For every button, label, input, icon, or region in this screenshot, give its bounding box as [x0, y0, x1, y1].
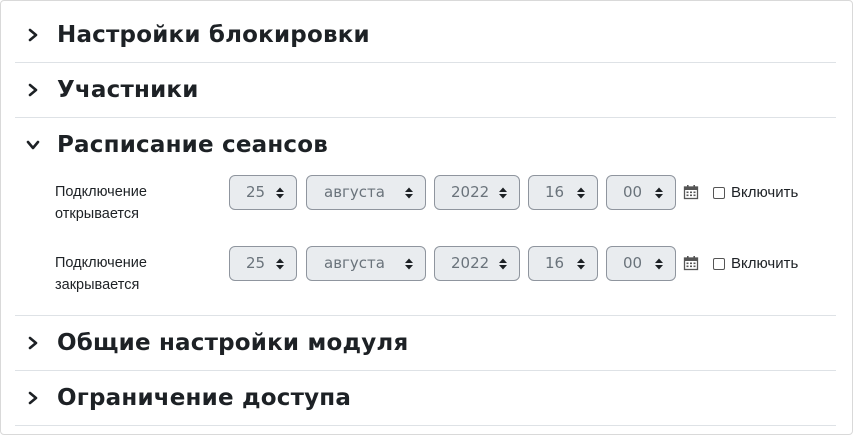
year-select[interactable]: 2022 — [434, 175, 520, 210]
hour-select-value: 16 — [545, 183, 565, 201]
label-line-1: Подключение — [55, 255, 147, 271]
section-title-participants[interactable]: Участники — [57, 77, 199, 103]
calendar-icon[interactable] — [683, 184, 699, 200]
section-header-lock-settings[interactable]: Настройки блокировки — [15, 9, 836, 62]
sort-arrows-icon — [577, 258, 585, 270]
day-select[interactable]: 25 — [229, 175, 297, 210]
hour-select-value: 16 — [545, 254, 565, 272]
enable-checkbox-label[interactable]: Включить — [731, 255, 798, 272]
calendar-icon[interactable] — [683, 255, 699, 271]
chevron-right-icon — [28, 28, 38, 42]
minute-select-value: 00 — [623, 254, 643, 272]
section-lock-settings: Настройки блокировки — [15, 9, 836, 63]
section-title-lock-settings[interactable]: Настройки блокировки — [57, 22, 370, 48]
section-header-common-module-settings[interactable]: Общие настройки модуля — [15, 316, 836, 370]
enable-checkbox[interactable] — [713, 258, 725, 270]
sort-arrows-icon — [655, 258, 663, 270]
hour-select[interactable]: 16 — [528, 175, 598, 210]
sort-arrows-icon — [577, 187, 585, 199]
chevron-right-icon — [28, 83, 38, 97]
chevron-right-icon — [28, 336, 38, 350]
day-select-value: 25 — [246, 254, 266, 272]
label-line-2: закрывается — [55, 277, 140, 293]
section-header-participants[interactable]: Участники — [15, 63, 836, 117]
section-header-restrict-access[interactable]: Ограничение доступа — [15, 371, 836, 425]
sort-arrows-icon — [499, 258, 507, 270]
sort-arrows-icon — [405, 187, 413, 199]
label-line-1: Подключение — [55, 184, 147, 200]
label-line-2: открывается — [55, 206, 139, 222]
sort-arrows-icon — [276, 187, 284, 199]
section-participants: Участники — [15, 63, 836, 118]
sort-arrows-icon — [499, 187, 507, 199]
settings-form: Настройки блокировки Участники Расписани… — [0, 0, 853, 435]
section-title-restrict-access[interactable]: Ограничение доступа — [57, 385, 351, 411]
section-common-module-settings: Общие настройки модуля — [15, 316, 836, 371]
section-title-session-schedule[interactable]: Расписание сеансов — [57, 132, 328, 158]
month-select-value: августа — [324, 254, 385, 272]
day-select[interactable]: 25 — [229, 246, 297, 281]
month-select-value: августа — [324, 183, 385, 201]
chevron-down-icon — [26, 140, 40, 150]
minute-select-value: 00 — [623, 183, 643, 201]
enable-checkbox-label[interactable]: Включить — [731, 184, 798, 201]
section-restrict-access: Ограничение доступа — [15, 371, 836, 426]
hour-select[interactable]: 16 — [528, 246, 598, 281]
enable-checkbox[interactable] — [713, 187, 725, 199]
sort-arrows-icon — [276, 258, 284, 270]
section-title-common-module-settings[interactable]: Общие настройки модуля — [57, 330, 408, 356]
day-select-value: 25 — [246, 183, 266, 201]
sort-arrows-icon — [655, 187, 663, 199]
year-select-value: 2022 — [451, 183, 490, 201]
section-session-schedule: Расписание сеансов Подключение открывает… — [15, 118, 836, 316]
year-select-value: 2022 — [451, 254, 490, 272]
section-header-session-schedule[interactable]: Расписание сеансов — [15, 118, 836, 172]
minute-select[interactable]: 00 — [606, 175, 676, 210]
month-select[interactable]: августа — [306, 175, 426, 210]
field-label-close: Подключение закрывается — [55, 252, 147, 296]
chevron-right-icon — [28, 391, 38, 405]
month-select[interactable]: августа — [306, 246, 426, 281]
year-select[interactable]: 2022 — [434, 246, 520, 281]
minute-select[interactable]: 00 — [606, 246, 676, 281]
sort-arrows-icon — [405, 258, 413, 270]
field-label-open: Подключение открывается — [55, 181, 147, 225]
